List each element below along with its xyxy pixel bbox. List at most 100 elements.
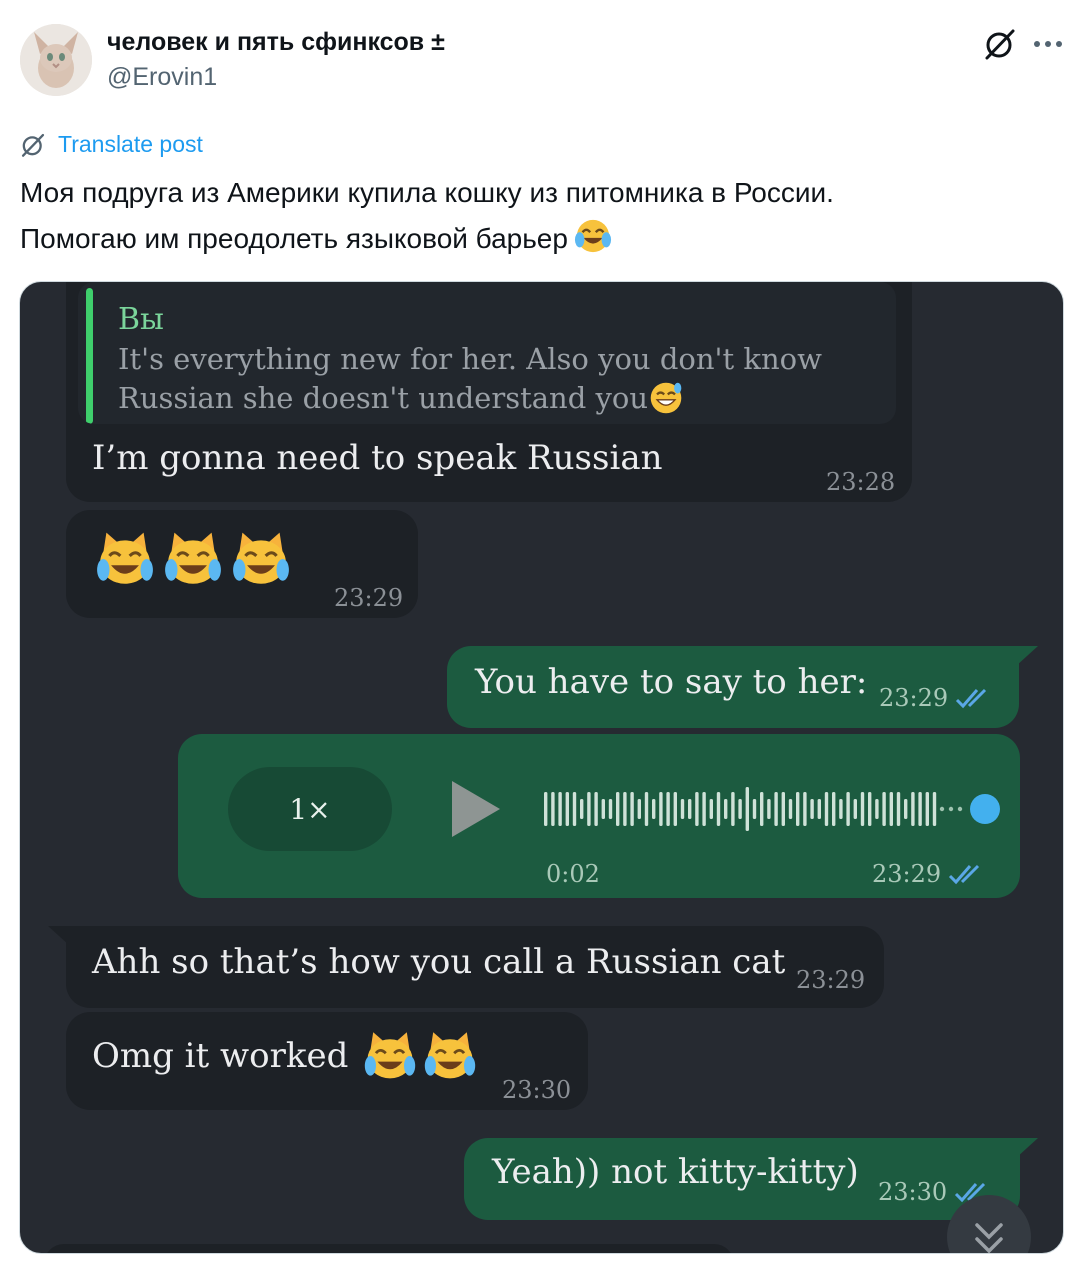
waveform-bar xyxy=(580,799,584,819)
quote-text-line-content: Russian she doesn't understand you xyxy=(118,381,649,415)
waveform-bar xyxy=(911,792,915,826)
waveform-bar xyxy=(594,792,598,826)
quote-author: Вы xyxy=(118,302,164,337)
cat-tears-of-joy-emoji-icon xyxy=(165,532,221,584)
waveform-bar xyxy=(817,799,821,819)
waveform-bar xyxy=(839,799,843,819)
waveform-bar xyxy=(810,799,814,819)
display-name[interactable]: человек и пять сфинксов ± xyxy=(107,28,445,57)
waveform-bar xyxy=(788,799,793,819)
grok-icon xyxy=(985,29,1015,60)
voice-duration: 0:02 xyxy=(546,860,600,888)
message-content: Omg it worked xyxy=(92,1028,478,1084)
quote-text-line: It's everything new for her. Also you do… xyxy=(118,342,822,376)
waveform-bar xyxy=(716,792,721,826)
quote-text: It's everything new for her. Also you do… xyxy=(118,340,878,418)
sphynx-cat-avatar-icon xyxy=(20,24,92,96)
waveform-bar xyxy=(846,792,850,826)
waveform-bar xyxy=(572,792,577,826)
message-bubble-incoming: 23:29 xyxy=(66,510,418,618)
double-chevron-down-icon xyxy=(975,1223,1003,1253)
bubble-tail xyxy=(1016,646,1038,666)
message-bubble-incoming xyxy=(44,1244,734,1253)
play-icon[interactable] xyxy=(448,779,504,839)
message-bubble-outgoing: You have to say to her: 23:29 xyxy=(447,646,1019,728)
face-with-tears-of-joy-emoji-icon xyxy=(574,219,612,253)
message-time: 23:28 xyxy=(826,468,896,496)
waveform-bar xyxy=(745,787,749,831)
waveform-bar xyxy=(896,792,901,826)
waveform-bar xyxy=(904,799,908,819)
waveform-bar xyxy=(767,799,771,819)
tweet-text: Моя подруга из Америки купила кошку из п… xyxy=(20,170,1060,262)
tweet-text-line-content: Помогаю им преодолеть языковой барьер xyxy=(20,223,568,254)
waveform-bar xyxy=(565,792,569,826)
waveform-bar xyxy=(774,792,778,826)
waveform-bar xyxy=(868,792,872,826)
read-checkmarks-icon xyxy=(955,688,987,709)
waveform-bar xyxy=(731,792,735,826)
waveform-bar xyxy=(623,792,627,826)
waveform-bar xyxy=(688,799,692,819)
quote-accent-bar xyxy=(86,288,93,424)
waveform-bar xyxy=(637,799,641,819)
grok-button[interactable] xyxy=(982,26,1018,62)
post-image[interactable]: Вы It's everything new for her. Also you… xyxy=(19,281,1064,1254)
quote-text-line: Russian she doesn't understand you xyxy=(118,379,878,418)
message-bubble-outgoing: Yeah)) not kitty-kitty) 23:30 xyxy=(464,1138,1020,1220)
avatar[interactable] xyxy=(20,24,92,96)
waveform-bar xyxy=(781,792,785,826)
voice-message-bubble: 1× 0:02 23:29 xyxy=(178,734,1020,898)
waveform-bar xyxy=(832,792,836,826)
waveform-dot xyxy=(948,806,954,812)
waveform-bar xyxy=(551,792,555,826)
translate-post-link[interactable]: Translate post xyxy=(20,131,203,158)
waveform-bar xyxy=(558,792,562,826)
waveform-bar xyxy=(616,792,620,826)
waveform-bar xyxy=(760,792,764,826)
playback-position-knob[interactable] xyxy=(970,794,1000,824)
tweet-text-line: Моя подруга из Америки купила кошку из п… xyxy=(20,177,834,208)
read-checkmarks-icon xyxy=(948,864,980,885)
waveform-bar xyxy=(803,792,807,826)
waveform-bar xyxy=(932,792,937,826)
cat-tears-of-joy-emoji-icon xyxy=(97,532,153,584)
cat-tears-of-joy-emoji-icon xyxy=(365,1032,416,1079)
waveform-bar xyxy=(796,792,800,826)
reply-quote[interactable]: Вы It's everything new for her. Also you… xyxy=(78,282,896,424)
message-time: 23:30 xyxy=(878,1178,948,1206)
waveform-bar xyxy=(702,792,706,826)
message-time: 23:29 xyxy=(879,684,949,712)
more-button[interactable] xyxy=(1030,26,1066,62)
waveform-bar xyxy=(738,799,742,819)
waveform-bar xyxy=(860,792,865,826)
waveform-bar xyxy=(608,799,613,819)
message-bubble-incoming: Omg it worked 23:30 xyxy=(66,1012,588,1110)
grinning-sweat-emoji-icon xyxy=(650,382,682,414)
translate-post-label: Translate post xyxy=(58,131,203,157)
cat-tears-of-joy-emoji-icon xyxy=(233,532,289,584)
waveform-bar xyxy=(925,792,929,826)
emoji-row xyxy=(94,528,292,590)
waveform-bar xyxy=(889,792,893,826)
message-text: You have to say to her: xyxy=(475,662,868,702)
voice-waveform[interactable] xyxy=(544,779,1014,839)
playback-speed-button[interactable]: 1× xyxy=(228,767,392,851)
waveform-bar xyxy=(659,792,663,826)
waveform-bar xyxy=(680,799,685,819)
waveform-bar xyxy=(918,792,922,826)
waveform-bar xyxy=(709,799,713,819)
grok-icon xyxy=(21,133,45,157)
waveform-bar xyxy=(695,792,699,826)
waveform-dot xyxy=(957,806,963,812)
more-dots-icon xyxy=(1034,41,1062,47)
user-handle[interactable]: @Erovin1 xyxy=(107,63,217,92)
waveform-bar xyxy=(724,799,728,819)
scroll-down-button[interactable] xyxy=(947,1195,1031,1253)
waveform-bar xyxy=(601,799,605,819)
waveform-bar xyxy=(853,799,857,819)
message-time: 23:29 xyxy=(334,584,404,612)
waveform-dot xyxy=(939,806,945,812)
message-bubble-incoming: Ahh so that’s how you call a Russian cat… xyxy=(66,926,884,1008)
message-text: I’m gonna need to speak Russian xyxy=(92,438,663,478)
